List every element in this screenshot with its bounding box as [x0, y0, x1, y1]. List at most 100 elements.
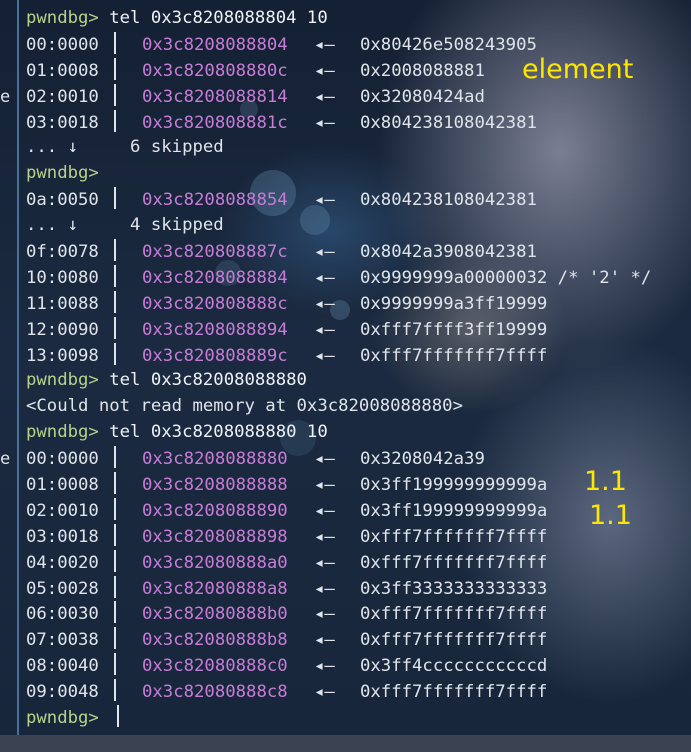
terminal-line: ... ↓ 4 skipped — [26, 213, 651, 239]
pointer-arrow: ◂— — [314, 112, 335, 133]
pointer-arrow: ◂— — [314, 190, 335, 211]
row-offset: 03:0018 — [26, 526, 99, 547]
row-value: 0x3ff199999999999a — [360, 475, 548, 496]
telescope-row: 05:0028 0x3c82080888a8 ◂— 0x3ff333333333333… — [26, 575, 651, 602]
telescope-row: 0a:0050 0x3c8208088854 ◂— 0x804238108042381 — [26, 187, 651, 213]
row-separator — [114, 549, 116, 572]
row-address: 0x3c8208088884 — [142, 267, 288, 288]
row-offset: 00:0000 — [26, 34, 99, 55]
row-value: 0x3ff3333333333333 — [360, 578, 548, 599]
pointer-arrow: ◂— — [314, 34, 335, 55]
pointer-arrow: ◂— — [314, 682, 335, 703]
row-offset: 02:0010 — [26, 86, 99, 107]
skipped-indicator: ... ↓ 4 skipped — [26, 215, 224, 236]
row-address: 0x3c820808887c — [142, 242, 288, 263]
row-value: 0x32080424ad — [360, 86, 485, 107]
telescope-row: 01:0008 0x3c8208088888 ◂— 0x3ff199999999999… — [26, 472, 651, 498]
row-separator — [114, 83, 116, 106]
row-separator — [114, 601, 116, 624]
terminal-output[interactable]: pwndbg> tel 0x3c8208088804 10 00:0000 0x3c… — [26, 6, 651, 731]
row-offset: 0f:0078 — [26, 242, 99, 263]
terminal-line: <Could not read memory at 0x3c8200808888… — [26, 394, 651, 420]
row-value: 0x3ff4cccccccccccd — [360, 656, 548, 677]
row-value: 0xfff7fffffff7ffff — [360, 345, 548, 366]
row-address: 0x3c820808888c — [142, 293, 288, 314]
row-offset: 05:0028 — [26, 578, 99, 599]
row-offset: 12:0090 — [26, 319, 99, 340]
row-address: 0x3c82080888a8 — [142, 578, 288, 599]
row-value: 0xfff7ffff3ff19999 — [360, 319, 548, 340]
command-text: tel 0x3c8208088880 10 — [109, 422, 328, 443]
row-offset: 07:0038 — [26, 630, 99, 651]
row-separator — [114, 31, 116, 54]
row-offset: 11:0088 — [26, 293, 99, 314]
row-separator — [114, 679, 116, 702]
terminal-line: pwndbg> — [26, 705, 651, 731]
annotation-value-1: 1.1 — [584, 466, 627, 497]
row-address: 0x3c82080888b0 — [142, 604, 288, 625]
row-offset: 01:0008 — [26, 475, 99, 496]
telescope-row: 0f:0078 0x3c820808887c ◂— 0x8042a3908042381 — [26, 239, 651, 265]
row-address: 0x3c8208088880 — [142, 449, 288, 470]
row-address: 0x3c8208088804 — [142, 34, 288, 55]
gutter-mark: e — [0, 449, 11, 470]
terminal-line: pwndbg> tel 0x3c82008088880 — [26, 368, 651, 394]
row-offset: 0a:0050 — [26, 190, 99, 211]
pointer-arrow: ◂— — [314, 552, 335, 573]
row-value: 0x9999999a3ff19999 — [360, 293, 548, 314]
telescope-row: 02:0010 0x3c8208088814 ◂— 0x32080424ad — [26, 83, 651, 110]
row-address: 0x3c8208088890 — [142, 500, 288, 521]
prompt-label: pwndbg> — [26, 708, 99, 729]
command-text: tel 0x3c82008088880 — [109, 370, 307, 391]
row-separator — [114, 239, 116, 262]
terminal-line: pwndbg> tel 0x3c8208088804 10 — [26, 6, 651, 32]
telescope-row: 07:0038 0x3c82080888b8 ◂— 0xfff7fffffff7fff… — [26, 627, 651, 653]
row-separator — [114, 342, 116, 365]
pointer-arrow: ◂— — [314, 526, 335, 547]
telescope-row: 10:0080 0x3c8208088884 ◂— 0x9999999a0000003… — [26, 264, 651, 291]
telescope-row: 08:0040 0x3c82080888c0 ◂— 0x3ff4ccccccccccc… — [26, 653, 651, 679]
row-offset: 08:0040 — [26, 656, 99, 677]
telescope-row: 00:0000 0x3c8208088880 ◂— 0x3208042a39 — [26, 446, 651, 472]
row-value: 0x80426e508243905 — [360, 34, 537, 55]
row-value: 0x8042a3908042381 — [360, 242, 537, 263]
pointer-arrow: ◂— — [314, 630, 335, 651]
pointer-arrow: ◂— — [314, 449, 335, 470]
pointer-arrow: ◂— — [314, 293, 335, 314]
row-separator — [114, 575, 116, 598]
row-separator — [114, 57, 116, 80]
row-separator — [114, 290, 116, 313]
row-separator — [114, 264, 116, 287]
output-text: <Could not read memory at 0x3c8200808888… — [26, 396, 463, 417]
row-value: 0x804238108042381 — [360, 190, 537, 211]
pointer-arrow: ◂— — [314, 578, 335, 599]
row-separator — [114, 316, 116, 339]
row-offset: 04:0020 — [26, 552, 99, 573]
row-offset: 02:0010 — [26, 500, 99, 521]
telescope-row: 12:0090 0x3c8208088894 ◂— 0xfff7ffff3ff1999… — [26, 316, 651, 343]
text-cursor[interactable] — [117, 705, 120, 728]
row-separator — [114, 627, 116, 650]
pointer-arrow: ◂— — [314, 242, 335, 263]
row-address: 0x3c820808889c — [142, 345, 288, 366]
row-value: 0x3ff199999999999a — [360, 500, 548, 521]
prompt-label: pwndbg> — [26, 422, 99, 443]
row-separator — [114, 446, 116, 469]
row-address: 0x3c82080888c0 — [142, 656, 288, 677]
prompt-label: pwndbg> — [26, 163, 99, 184]
annotation-element: element — [522, 54, 634, 85]
row-offset: 01:0008 — [26, 60, 99, 81]
terminal-window[interactable]: ee pwndbg> tel 0x3c8208088804 10 00:0000 0… — [0, 0, 691, 752]
telescope-row: 02:0010 0x3c8208088890 ◂— 0x3ff199999999999… — [26, 497, 651, 524]
row-value: 0xfff7fffffff7ffff — [360, 604, 548, 625]
telescope-row: 06:0030 0x3c82080888b0 ◂— 0xfff7fffffff7fff… — [26, 601, 651, 627]
terminal-line: pwndbg> — [26, 161, 651, 187]
row-address: 0x3c82080888a0 — [142, 552, 288, 573]
terminal-line: pwndbg> tel 0x3c8208088880 10 — [26, 420, 651, 446]
row-value: 0xfff7fffffff7ffff — [360, 682, 548, 703]
row-address: 0x3c820808881c — [142, 112, 288, 133]
row-value: 0xfff7fffffff7ffff — [360, 630, 548, 651]
row-offset: 09:0048 — [26, 682, 99, 703]
